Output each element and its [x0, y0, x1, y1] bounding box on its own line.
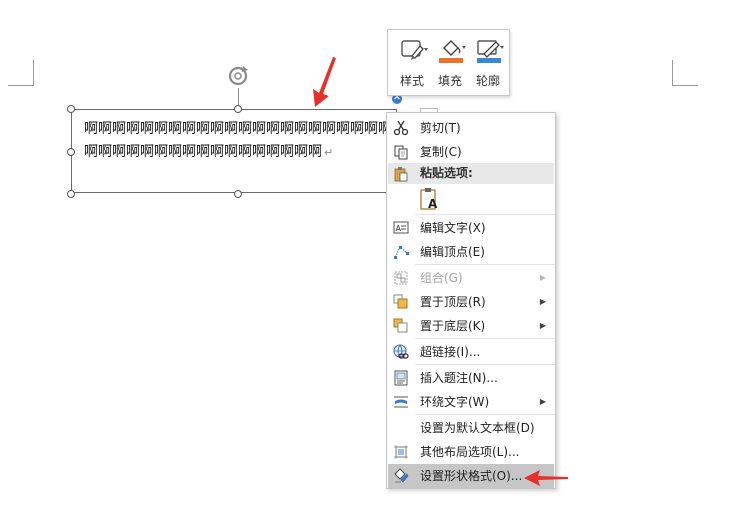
menu-separator — [415, 338, 555, 339]
annotation-arrow-left-icon — [524, 470, 568, 486]
menu-label-format-shape: 设置形状格式(O)... — [420, 469, 523, 483]
context-menu: 剪切(T) 复制(C) 粘贴选项: A A 编辑文字(X) 编辑顶点(E) 组合… — [386, 112, 556, 489]
resize-handle-top-left[interactable] — [67, 105, 75, 113]
send-back-icon — [393, 318, 408, 333]
menu-item-group[interactable]: 组合(G) ▶ — [388, 266, 554, 290]
menu-label-insert-caption: 插入题注(N)... — [420, 371, 498, 385]
group-icon — [394, 271, 408, 285]
submenu-arrow-icon: ▶ — [539, 397, 546, 406]
hyperlink-icon — [393, 344, 409, 359]
menu-label-group: 组合(G) — [420, 271, 463, 285]
style-button[interactable]: 样式 — [394, 36, 430, 92]
menu-separator — [415, 214, 555, 215]
page-corner-right — [672, 60, 698, 86]
wrap-text-icon — [394, 396, 408, 408]
text-box[interactable]: 啊啊啊啊啊啊啊啊啊啊啊啊啊啊啊啊啊啊啊啊啊啊啊啊啊啊啊啊啊啊啊啊啊啊啊啊啊啊啊 ↵ — [71, 109, 397, 193]
paste-options-header: 粘贴选项: — [388, 163, 554, 184]
menu-item-more-layout-options[interactable]: 其他布局选项(L)... — [388, 440, 554, 464]
scissors-icon — [393, 120, 409, 136]
menu-label-cut: 剪切(T) — [420, 121, 461, 135]
outline-label: 轮廓 — [475, 74, 500, 88]
menu-item-copy[interactable]: 复制(C) — [388, 140, 554, 164]
menu-separator — [415, 364, 555, 365]
menu-label-copy: 复制(C) — [420, 145, 462, 159]
mini-toolbar: 样式 填充 轮廓 — [387, 29, 510, 96]
shape-style-icon — [401, 40, 428, 60]
menu-label-wrap-text: 环绕文字(W) — [420, 395, 490, 409]
text-box-text: 啊啊啊啊啊啊啊啊啊啊啊啊啊啊啊啊啊啊啊啊啊啊啊啊啊啊啊啊啊啊啊啊啊啊啊啊啊啊啊 — [84, 121, 392, 160]
menu-item-set-default-textbox[interactable]: 设置为默认文本框(D) — [388, 416, 554, 440]
rotate-handle-icon[interactable] — [226, 64, 250, 88]
menu-label-set-default-textbox: 设置为默认文本框(D) — [420, 421, 535, 435]
menu-separator — [415, 264, 555, 265]
clipboard-icon — [394, 167, 408, 182]
menu-item-edit-points[interactable]: 编辑顶点(E) — [388, 240, 554, 264]
submenu-arrow-icon: ▶ — [539, 273, 546, 282]
paragraph-mark: ↵ — [324, 146, 334, 159]
edit-text-icon: A — [393, 221, 409, 234]
outline-button[interactable]: 轮廓 — [470, 36, 506, 92]
menu-item-cut[interactable]: 剪切(T) — [388, 116, 554, 140]
fill-bucket-icon — [439, 40, 466, 63]
resize-handle-top[interactable] — [234, 105, 242, 113]
annotation-arrow-down-icon — [313, 57, 336, 107]
svg-text:A: A — [396, 224, 402, 233]
menu-item-hyperlink[interactable]: 超链接(I)... — [388, 340, 554, 364]
menu-item-send-to-back[interactable]: 置于底层(K) ▶ — [388, 314, 554, 338]
menu-item-bring-to-front[interactable]: 置于顶层(R) ▶ — [388, 290, 554, 314]
fill-label: 填充 — [437, 74, 462, 88]
resize-handle-left[interactable] — [67, 148, 75, 156]
layout-icon — [394, 445, 408, 459]
resize-handle-bottom-left[interactable] — [67, 190, 75, 198]
copy-icon — [394, 145, 408, 160]
paste-keep-text-icon[interactable]: A — [419, 187, 441, 211]
menu-label-more-layout-options: 其他布局选项(L)... — [420, 445, 520, 459]
outline-pen-icon — [477, 40, 504, 63]
style-label: 样式 — [399, 74, 424, 88]
submenu-arrow-icon: ▶ — [539, 297, 546, 306]
fill-button[interactable]: 填充 — [432, 36, 468, 92]
menu-separator — [415, 414, 555, 415]
menu-label-bring-to-front: 置于顶层(R) — [420, 295, 486, 309]
menu-item-insert-caption[interactable]: 插入题注(N)... — [388, 366, 554, 390]
bring-front-icon — [393, 294, 408, 309]
text-box-content[interactable]: 啊啊啊啊啊啊啊啊啊啊啊啊啊啊啊啊啊啊啊啊啊啊啊啊啊啊啊啊啊啊啊啊啊啊啊啊啊啊啊 ↵ — [84, 118, 396, 164]
page-corner-left — [8, 60, 34, 86]
menu-label-edit-points: 编辑顶点(E) — [420, 245, 485, 259]
edit-points-icon — [394, 246, 409, 259]
menu-item-edit-text[interactable]: A 编辑文字(X) — [388, 216, 554, 240]
menu-label-send-to-back: 置于底层(K) — [420, 319, 486, 333]
menu-label-paste-options: 粘贴选项: — [420, 166, 473, 180]
resize-handle-bottom[interactable] — [234, 190, 242, 198]
menu-item-wrap-text[interactable]: 环绕文字(W) ▶ — [388, 390, 554, 414]
format-shape-icon — [394, 468, 409, 483]
menu-label-hyperlink: 超链接(I)... — [420, 345, 481, 359]
caption-icon — [394, 370, 408, 386]
svg-text:A: A — [428, 197, 438, 211]
submenu-arrow-icon: ▶ — [539, 321, 546, 330]
menu-label-edit-text: 编辑文字(X) — [420, 221, 486, 235]
